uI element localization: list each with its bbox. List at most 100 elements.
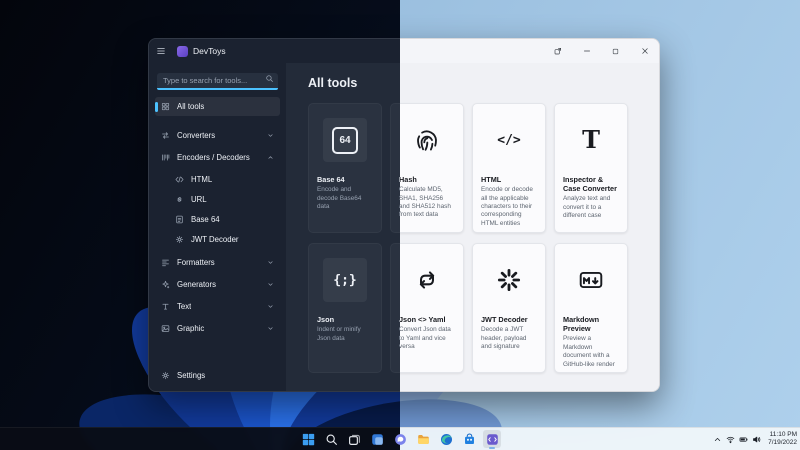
close-icon xyxy=(641,47,649,55)
menu-button[interactable] xyxy=(149,39,173,63)
edge-icon xyxy=(440,433,453,446)
tool-card-title: Json <> Yaml xyxy=(399,315,446,324)
taskbar-edge-button[interactable] xyxy=(437,430,455,448)
tool-card-title: JWT Decoder xyxy=(481,315,528,324)
store-icon xyxy=(463,433,476,446)
taskbar-file-explorer-button[interactable] xyxy=(414,430,432,448)
tool-card-description: Calculate MD5, SHA1, SHA256 and SHA512 h… xyxy=(399,186,451,219)
sidebar-item-label: HTML xyxy=(191,174,213,184)
json-braces-icon: {;} xyxy=(333,272,357,288)
sidebar-item-graphic[interactable]: Graphic xyxy=(155,319,280,338)
active-app-indicator xyxy=(489,447,495,449)
sidebar-item-settings[interactable]: Settings xyxy=(155,365,280,385)
tool-card-title: Inspector & Case Converter xyxy=(563,175,617,194)
search-input[interactable] xyxy=(157,73,278,90)
tool-card-description: Encode and decode Base64 data xyxy=(317,186,362,211)
tool-icon-panel xyxy=(405,118,449,162)
tool-card-title: Base 64 xyxy=(317,175,345,184)
base64-card-icon: 64 xyxy=(332,126,358,154)
tool-card-title: Json xyxy=(317,315,335,324)
sidebar-item-encoders-decoders[interactable]: Encoders / Decoders xyxy=(155,148,280,167)
tool-icon-panel xyxy=(487,258,531,302)
taskbar-devtoys-button[interactable] xyxy=(483,430,501,449)
sidebar-item-converters[interactable]: Converters xyxy=(155,126,280,145)
sidebar-item-all-tools[interactable]: All tools xyxy=(155,97,280,116)
taskbar-clock[interactable]: 11:10 PM 7/19/2022 xyxy=(768,431,797,447)
sidebar-item-generators[interactable]: Generators xyxy=(155,275,280,294)
start-icon xyxy=(302,433,315,446)
battery-icon[interactable] xyxy=(739,435,748,444)
sidebar-subitems: HTML URL Base 64 JWT Decoder xyxy=(155,170,280,248)
tool-card-description: Preview a Markdown document with a GitHu… xyxy=(563,335,615,368)
minimize-button[interactable] xyxy=(572,39,601,63)
tool-icon-panel: </> xyxy=(487,118,531,162)
tool-icon-panel: T xyxy=(569,118,613,162)
search-icon xyxy=(265,74,274,83)
system-tray: 11:10 PM 7/19/2022 xyxy=(713,428,797,450)
tool-card-json-yaml[interactable]: Json <> Yaml Convert Json data to Yaml an… xyxy=(399,243,464,373)
tool-card-title: Hash xyxy=(399,175,417,184)
close-button[interactable] xyxy=(630,39,659,63)
tool-icon-panel xyxy=(405,258,449,302)
tool-icon-panel: 64 xyxy=(323,118,367,162)
network-icon[interactable] xyxy=(726,435,735,444)
sidebar-item-base-64[interactable]: Base 64 xyxy=(155,210,280,228)
graphic-icon xyxy=(161,324,170,333)
tool-card-jwt-decoder[interactable]: JWT Decoder Decode a JWT header, payload … xyxy=(472,243,546,373)
window-title: DevToys xyxy=(193,46,226,56)
tool-card-markdown-preview[interactable]: Markdown PreviewPreview a Markdown docum… xyxy=(554,243,628,373)
tool-card-description: Encode or decode all the applicable char… xyxy=(481,186,533,227)
sidebar-item-label: URL xyxy=(191,194,207,204)
sidebar-item-formatters[interactable]: Formatters xyxy=(155,253,280,272)
search-box xyxy=(157,70,278,90)
taskbar-search-button[interactable] xyxy=(322,430,340,448)
chevron-down-icon xyxy=(267,281,274,288)
maximize-icon xyxy=(612,48,619,55)
letter-t-icon: T xyxy=(582,125,600,154)
tool-card-description: Analyze text and convert it to a differe… xyxy=(563,195,611,220)
desktop: DevToys All tools Converters Encoders / De… xyxy=(0,0,800,450)
tray-overflow-chevron-icon[interactable] xyxy=(713,435,722,444)
gear-icon xyxy=(175,235,184,244)
sidebar-item-label: Text xyxy=(177,302,192,311)
chevron-down-icon xyxy=(267,325,274,332)
chevron-down-icon xyxy=(267,132,274,139)
sidebar-item-label: Graphic xyxy=(177,324,205,333)
sidebar-item-label: Formatters xyxy=(177,258,215,267)
formatters-icon xyxy=(161,258,170,267)
tool-card-inspector-case-converter[interactable]: T Inspector & Case ConverterAnalyze text … xyxy=(554,103,628,233)
devtoys-logo xyxy=(177,45,188,57)
sidebar-item-jwt-decoder[interactable]: JWT Decoder xyxy=(155,230,280,248)
tool-card-html[interactable]: </> HTML Encode or decode all the applicab… xyxy=(472,103,546,233)
taskbar-widgets-button[interactable] xyxy=(368,430,386,448)
generators-icon xyxy=(161,280,170,289)
task-view-icon xyxy=(348,433,361,446)
compact-overlay-button[interactable] xyxy=(543,39,572,63)
fingerprint-icon xyxy=(414,127,440,153)
tool-icon-panel xyxy=(569,258,613,302)
caption-buttons xyxy=(543,39,659,63)
tool-card-hash[interactable]: Hash Calculate MD5, SHA1, SHA256 and SHA5… xyxy=(399,103,464,233)
chevron-down-icon xyxy=(267,259,274,266)
markdown-icon xyxy=(578,267,604,293)
encoders-decoders-icon xyxy=(161,153,170,162)
sidebar-item-html[interactable]: HTML xyxy=(155,170,280,188)
gear-icon xyxy=(161,371,170,380)
tool-icon-panel: {;} xyxy=(323,258,367,302)
text-tools-icon xyxy=(161,302,170,311)
tool-card-json[interactable]: {;} Json Indent or minify Json data xyxy=(308,243,382,373)
volume-icon[interactable] xyxy=(752,435,761,444)
sidebar-item-label: JWT Decoder xyxy=(191,234,239,244)
taskbar-task-view-button[interactable] xyxy=(345,430,363,448)
tool-card-title: Markdown Preview xyxy=(563,315,600,334)
taskbar-start-button[interactable] xyxy=(299,430,317,448)
tool-card-base-64[interactable]: 64 Base 64 Encode and decode Base64 data xyxy=(308,103,382,233)
clock-date: 7/19/2022 xyxy=(768,439,797,446)
taskbar-store-button[interactable] xyxy=(460,430,478,448)
hamburger-icon xyxy=(156,46,166,56)
base64-doc-icon xyxy=(175,215,184,224)
sidebar-item-url[interactable]: URL xyxy=(155,190,280,208)
link-icon xyxy=(175,195,184,204)
sidebar-item-text[interactable]: Text xyxy=(155,297,280,316)
maximize-button[interactable] xyxy=(601,39,630,63)
